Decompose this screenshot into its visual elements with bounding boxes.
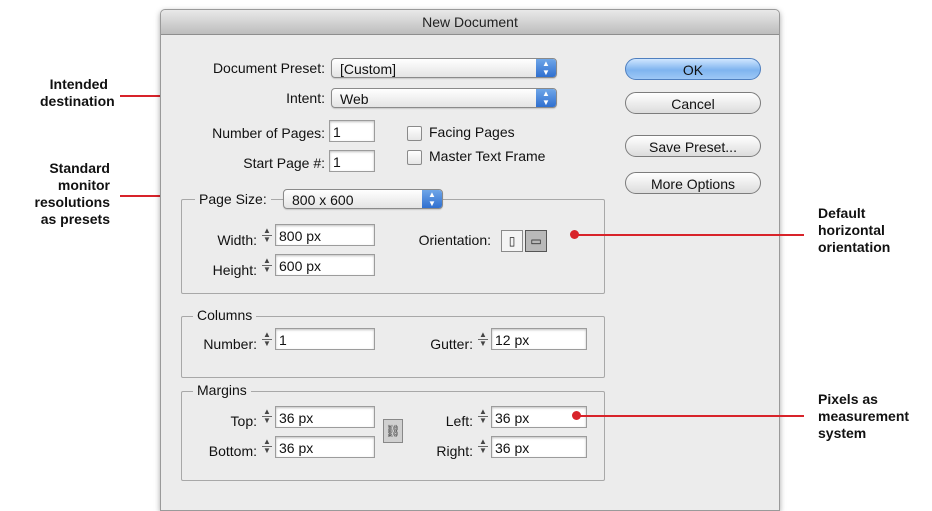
- landscape-orientation-icon[interactable]: ▭: [525, 230, 547, 252]
- new-document-dialog: New Document Document Preset: [Custom] ▲…: [160, 9, 780, 511]
- facing-pages-label: Facing Pages: [429, 124, 515, 140]
- callout-text: horizontal: [818, 222, 885, 238]
- orientation-label: Orientation:: [418, 232, 491, 248]
- dialog-title: New Document: [161, 10, 779, 35]
- columns-title: Columns: [193, 307, 257, 323]
- height-label: Height:: [212, 262, 257, 278]
- width-label: Width:: [217, 232, 257, 248]
- updown-arrows-icon: ▲ ▼: [536, 59, 556, 77]
- save-preset-button[interactable]: Save Preset...: [625, 135, 761, 157]
- margin-left-label: Left:: [445, 413, 473, 429]
- height-field[interactable]: 600 px: [275, 254, 375, 276]
- intent-label: Intent:: [286, 90, 325, 106]
- callout-text: destination: [40, 93, 115, 109]
- intent-popup[interactable]: Web ▲ ▼: [331, 88, 557, 108]
- callout-text: system: [818, 425, 867, 441]
- margins-title: Margins: [193, 382, 251, 398]
- updown-arrows-icon: ▲ ▼: [422, 190, 442, 208]
- margin-bottom-field[interactable]: 36 px: [275, 436, 375, 458]
- master-text-frame-label: Master Text Frame: [429, 148, 546, 164]
- gutter-field[interactable]: 12 px: [491, 328, 587, 350]
- margin-bottom-stepper[interactable]: ▲ ▼: [261, 437, 273, 457]
- gutter-label: Gutter:: [430, 336, 473, 352]
- margin-bottom-label: Bottom:: [208, 443, 257, 459]
- callout-standard-resolutions: Standard monitor resolutions as presets: [30, 160, 110, 228]
- start-page-label: Start Page #:: [243, 155, 325, 171]
- intent-value: Web: [340, 91, 369, 107]
- callout-pixels-measurement: Pixels as measurement system: [818, 391, 909, 442]
- number-of-pages-field[interactable]: 1: [329, 120, 375, 142]
- callout-line: [574, 234, 804, 236]
- callout-text: Pixels as: [818, 391, 878, 407]
- facing-pages-checkbox[interactable]: [407, 126, 422, 141]
- margin-right-stepper[interactable]: ▲ ▼: [477, 437, 489, 457]
- margin-right-field[interactable]: 36 px: [491, 436, 587, 458]
- portrait-orientation-icon[interactable]: ▯: [501, 230, 523, 252]
- more-options-button[interactable]: More Options: [625, 172, 761, 194]
- updown-arrows-icon: ▲ ▼: [536, 89, 556, 107]
- column-number-label: Number:: [203, 336, 257, 352]
- callout-text: as presets: [40, 211, 110, 227]
- height-stepper[interactable]: ▲ ▼: [261, 256, 273, 276]
- callout-text: monitor: [57, 177, 110, 193]
- master-text-frame-checkbox[interactable]: [407, 150, 422, 165]
- callout-intended-destination: Intended destination: [40, 76, 115, 110]
- gutter-stepper[interactable]: ▲ ▼: [477, 330, 489, 350]
- callout-text: orientation: [818, 239, 891, 255]
- callout-line: [576, 415, 804, 417]
- width-stepper[interactable]: ▲ ▼: [261, 226, 273, 246]
- callout-text: Default: [818, 205, 866, 221]
- callout-text: resolutions: [34, 194, 110, 210]
- document-preset-label: Document Preset:: [212, 60, 325, 76]
- link-margins-chain-icon[interactable]: ⛓: [383, 419, 403, 443]
- margin-top-field[interactable]: 36 px: [275, 406, 375, 428]
- callout-default-orientation: Default horizontal orientation: [818, 205, 890, 256]
- document-preset-popup[interactable]: [Custom] ▲ ▼: [331, 58, 557, 78]
- margin-left-stepper[interactable]: ▲ ▼: [477, 407, 489, 427]
- document-preset-value: [Custom]: [340, 61, 397, 77]
- page-size-label: Page Size:: [195, 191, 271, 207]
- column-number-field[interactable]: 1: [275, 328, 375, 350]
- callout-text: Standard: [49, 160, 110, 176]
- ok-button[interactable]: OK: [625, 58, 761, 80]
- page-size-value: 800 x 600: [292, 192, 354, 208]
- callout-text: measurement: [818, 408, 910, 424]
- callout-text: Intended: [49, 76, 108, 92]
- width-field[interactable]: 800 px: [275, 224, 375, 246]
- margin-top-stepper[interactable]: ▲ ▼: [261, 407, 273, 427]
- number-of-pages-label: Number of Pages:: [212, 125, 325, 141]
- page-size-popup[interactable]: 800 x 600 ▲ ▼: [283, 189, 443, 209]
- margin-top-label: Top:: [230, 413, 257, 429]
- cancel-button[interactable]: Cancel: [625, 92, 761, 114]
- start-page-field[interactable]: 1: [329, 150, 375, 172]
- margin-right-label: Right:: [436, 443, 473, 459]
- column-number-stepper[interactable]: ▲ ▼: [261, 330, 273, 350]
